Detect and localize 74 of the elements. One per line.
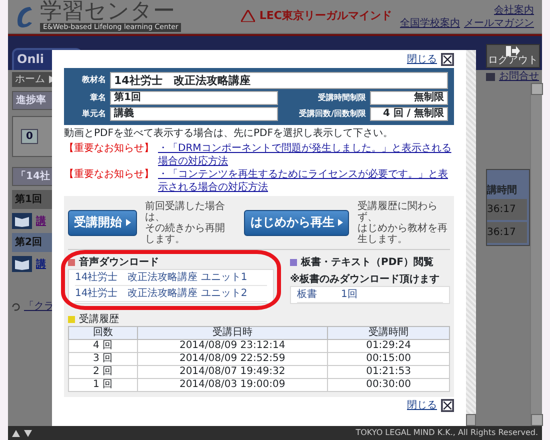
table-cell: 2 回 [68, 366, 138, 378]
course-field: 14社労士 改正法攻略講座 [110, 72, 448, 89]
note-text: 動画とPDFを並べて表示する場合は、先にPDFを選択し表示して下さい。 [64, 127, 394, 140]
column-header: 講時間 [487, 184, 518, 197]
close-link[interactable]: 閉じる [407, 399, 437, 412]
info-field: 第1回 [110, 91, 278, 105]
header-link[interactable]: 会社案内 [494, 4, 534, 16]
section-title: 板書・テキスト（PDF）閲覧 [301, 256, 434, 269]
column-header: 受講時間 [328, 326, 450, 340]
header-link[interactable]: 全国学校案内 [400, 16, 460, 30]
field-label: 受講時間制限 [317, 92, 366, 104]
notice-label: 【重要なお知らせ】 [64, 142, 154, 156]
section-note: ※板書のみダウンロード頂けます [290, 273, 440, 286]
field-label: 教材名 [81, 75, 106, 86]
close-icon[interactable] [441, 53, 454, 66]
table-cell: 36:17 [487, 222, 527, 243]
header-link[interactable]: メールマガジン [464, 16, 534, 30]
site-title: 学習センター [40, 0, 175, 23]
notice-link[interactable]: ・「DRMコンポーネントで問題が発生しました。」と表示される場合の対応方法 [158, 142, 454, 168]
download-item[interactable]: 14社労士 改正法攻略講座 ユニット1 [75, 270, 267, 286]
close-icon[interactable] [441, 399, 454, 412]
section-title: 受講履歴 [79, 313, 119, 326]
play-icon [338, 219, 344, 226]
play-icon [126, 219, 132, 226]
button-description: 受講履歴に関わらず、 はじめから教材を再生します。 [357, 201, 448, 245]
column-header: 受講日時 [137, 326, 328, 340]
panel-header: 「14社 [12, 167, 54, 186]
field-label: 単元名 [81, 108, 106, 120]
table-cell: 2014/08/09 23:12:14 [137, 340, 328, 352]
table-cell: 2014/08/03 19:00:09 [137, 378, 328, 392]
table-cell: 4 回 [68, 340, 138, 352]
section-title: 音声ダウンロード [79, 256, 159, 269]
close-link[interactable]: 閉じる [407, 53, 437, 66]
play-button[interactable]: はじめから再生 [244, 210, 350, 236]
info-field: 講義 [110, 107, 278, 121]
column-header: 回数 [68, 326, 138, 340]
download-item[interactable]: 14社労士 改正法攻略講座 ユニット2 [75, 286, 267, 302]
document-count[interactable]: 1回 [341, 288, 358, 301]
contact-link[interactable]: お問合せ [499, 70, 539, 83]
table-cell: 00:30:00 [328, 378, 450, 392]
progress-value: 0 [21, 129, 38, 144]
notice-link[interactable]: ・「コンテンツを再生するためにライセンスが必要です。」と表示される場合の対応方法 [158, 168, 454, 194]
table-cell: 00:15:00 [328, 352, 450, 366]
field-label: 受講回数/回数制限 [298, 108, 366, 120]
field-label: 章名 [89, 92, 106, 104]
table-cell: 3 回 [68, 352, 138, 366]
triangle-icon [241, 10, 256, 22]
modal-scrollbar[interactable] [466, 50, 476, 426]
scroll-arrows-icon[interactable] [12, 430, 34, 436]
breadcrumb-link[interactable]: ホーム [15, 73, 45, 86]
brand-name: LEC東京リーガルマインド [259, 9, 392, 24]
table-cell: 36:17 [487, 199, 527, 220]
scrollbar[interactable] [530, 83, 542, 426]
return-icon [12, 302, 20, 312]
table-cell: 01:21:53 [328, 366, 450, 378]
table-cell: 1 回 [68, 378, 138, 392]
document-name[interactable]: 板書 [297, 288, 317, 301]
logout-icon [506, 46, 520, 56]
chapter-row: 第2回 [12, 233, 54, 252]
class-link[interactable]: 「クラ [24, 300, 54, 313]
table-cell: 2014/08/07 19:49:32 [137, 366, 328, 378]
info-field: 無制限 [370, 91, 448, 105]
book-icon[interactable] [12, 256, 32, 272]
table-cell: 2014/08/09 22:52:59 [137, 352, 328, 366]
chapter-link[interactable]: 講 [36, 258, 46, 270]
notice-label: 【重要なお知らせ】 [64, 168, 154, 182]
book-icon[interactable] [12, 213, 32, 229]
info-field: 4 回 / 無制限 [370, 107, 448, 121]
play-button[interactable]: 受講開始 [68, 210, 138, 236]
copyright-text: TOKYO LEGAL MIND K.K., All Rights Reserved. [356, 428, 538, 438]
button-description: 前回受講した場合は、 その続きから再開します。 [145, 201, 226, 245]
table-cell: 01:29:24 [328, 340, 450, 352]
panel-header: 進捗率 [12, 91, 54, 110]
chapter-row: 第1回 [12, 190, 54, 209]
